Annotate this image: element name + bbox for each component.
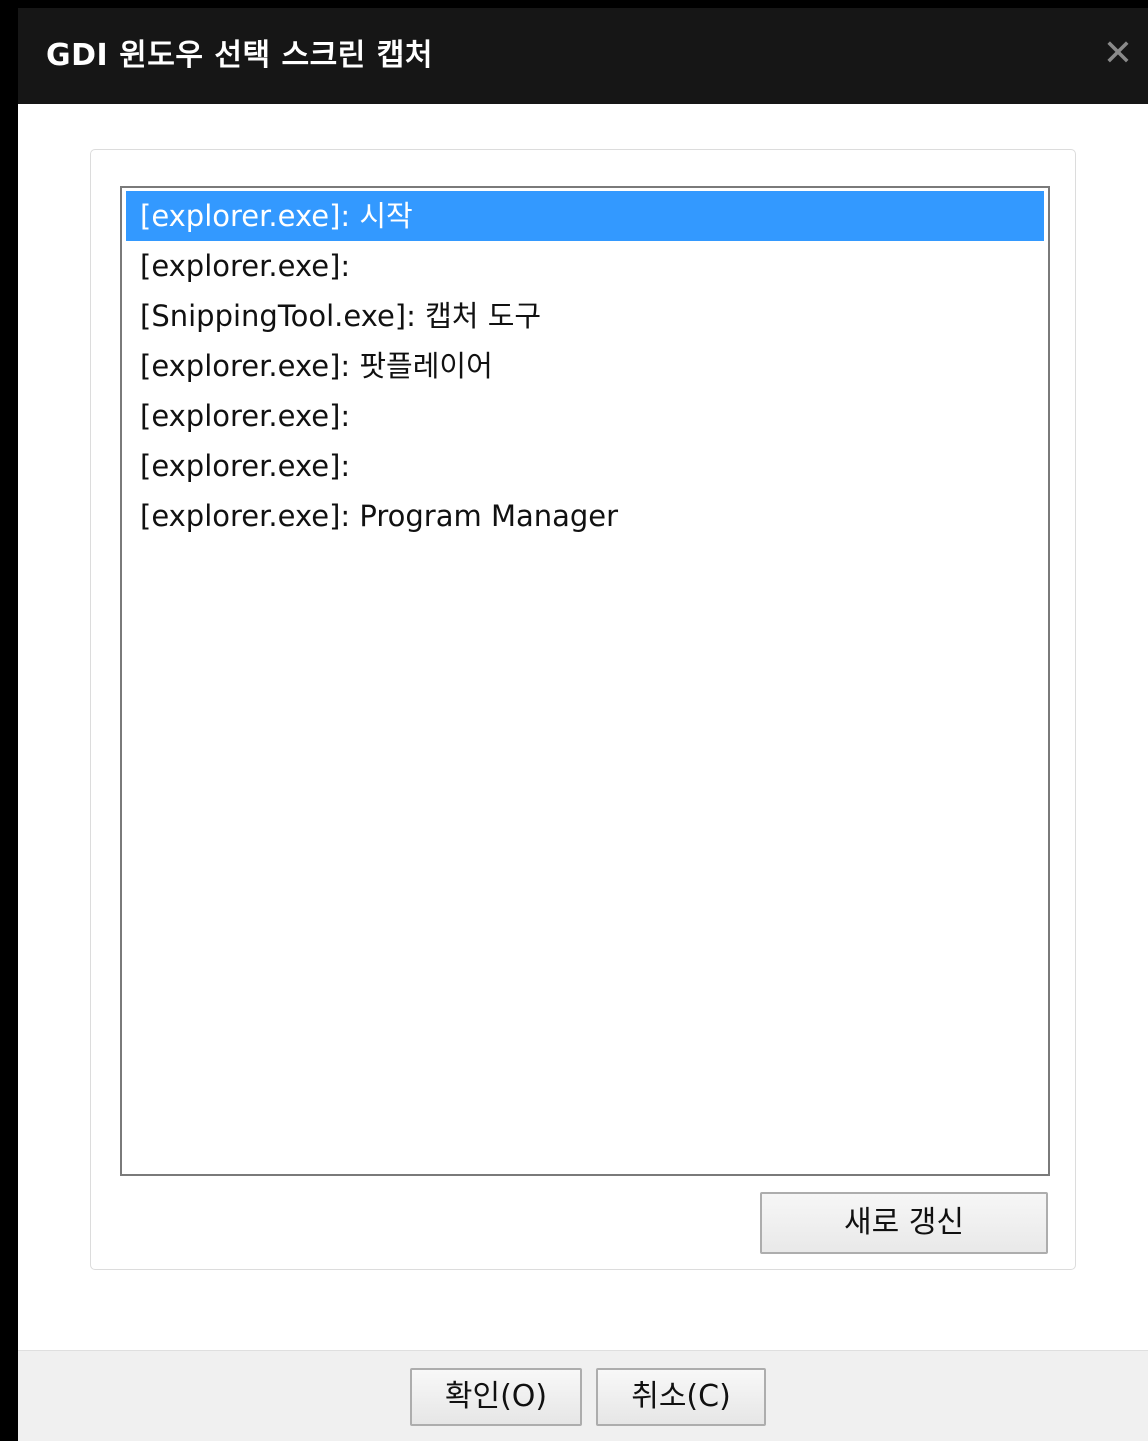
list-item[interactable]: [SnippingTool.exe]: 캡처 도구 bbox=[126, 291, 1044, 341]
refresh-button[interactable]: 새로 갱신 bbox=[760, 1192, 1048, 1254]
list-item[interactable]: [explorer.exe]: bbox=[126, 441, 1044, 491]
cancel-button[interactable]: 취소(C) bbox=[596, 1368, 766, 1426]
title-bar[interactable]: GDI 윈도우 선택 스크린 캡처 ✕ bbox=[18, 8, 1148, 104]
close-icon[interactable]: ✕ bbox=[1088, 32, 1148, 76]
dialog-footer: 확인(O) 취소(C) bbox=[18, 1350, 1148, 1441]
list-item[interactable]: [explorer.exe]: bbox=[126, 391, 1044, 441]
window-title: GDI 윈도우 선택 스크린 캡처 bbox=[46, 38, 433, 73]
list-item[interactable]: [explorer.exe]: 시작 bbox=[126, 191, 1044, 241]
window-listbox[interactable]: [explorer.exe]: 시작 [explorer.exe]: [Snip… bbox=[120, 186, 1050, 1176]
list-item[interactable]: [explorer.exe]: 팟플레이어 bbox=[126, 341, 1044, 391]
list-item[interactable]: [explorer.exe]: Program Manager bbox=[126, 491, 1044, 541]
capture-dialog: GDI 윈도우 선택 스크린 캡처 ✕ [explorer.exe]: 시작 [… bbox=[18, 8, 1148, 1441]
ok-button[interactable]: 확인(O) bbox=[410, 1368, 582, 1426]
list-item[interactable]: [explorer.exe]: bbox=[126, 241, 1044, 291]
